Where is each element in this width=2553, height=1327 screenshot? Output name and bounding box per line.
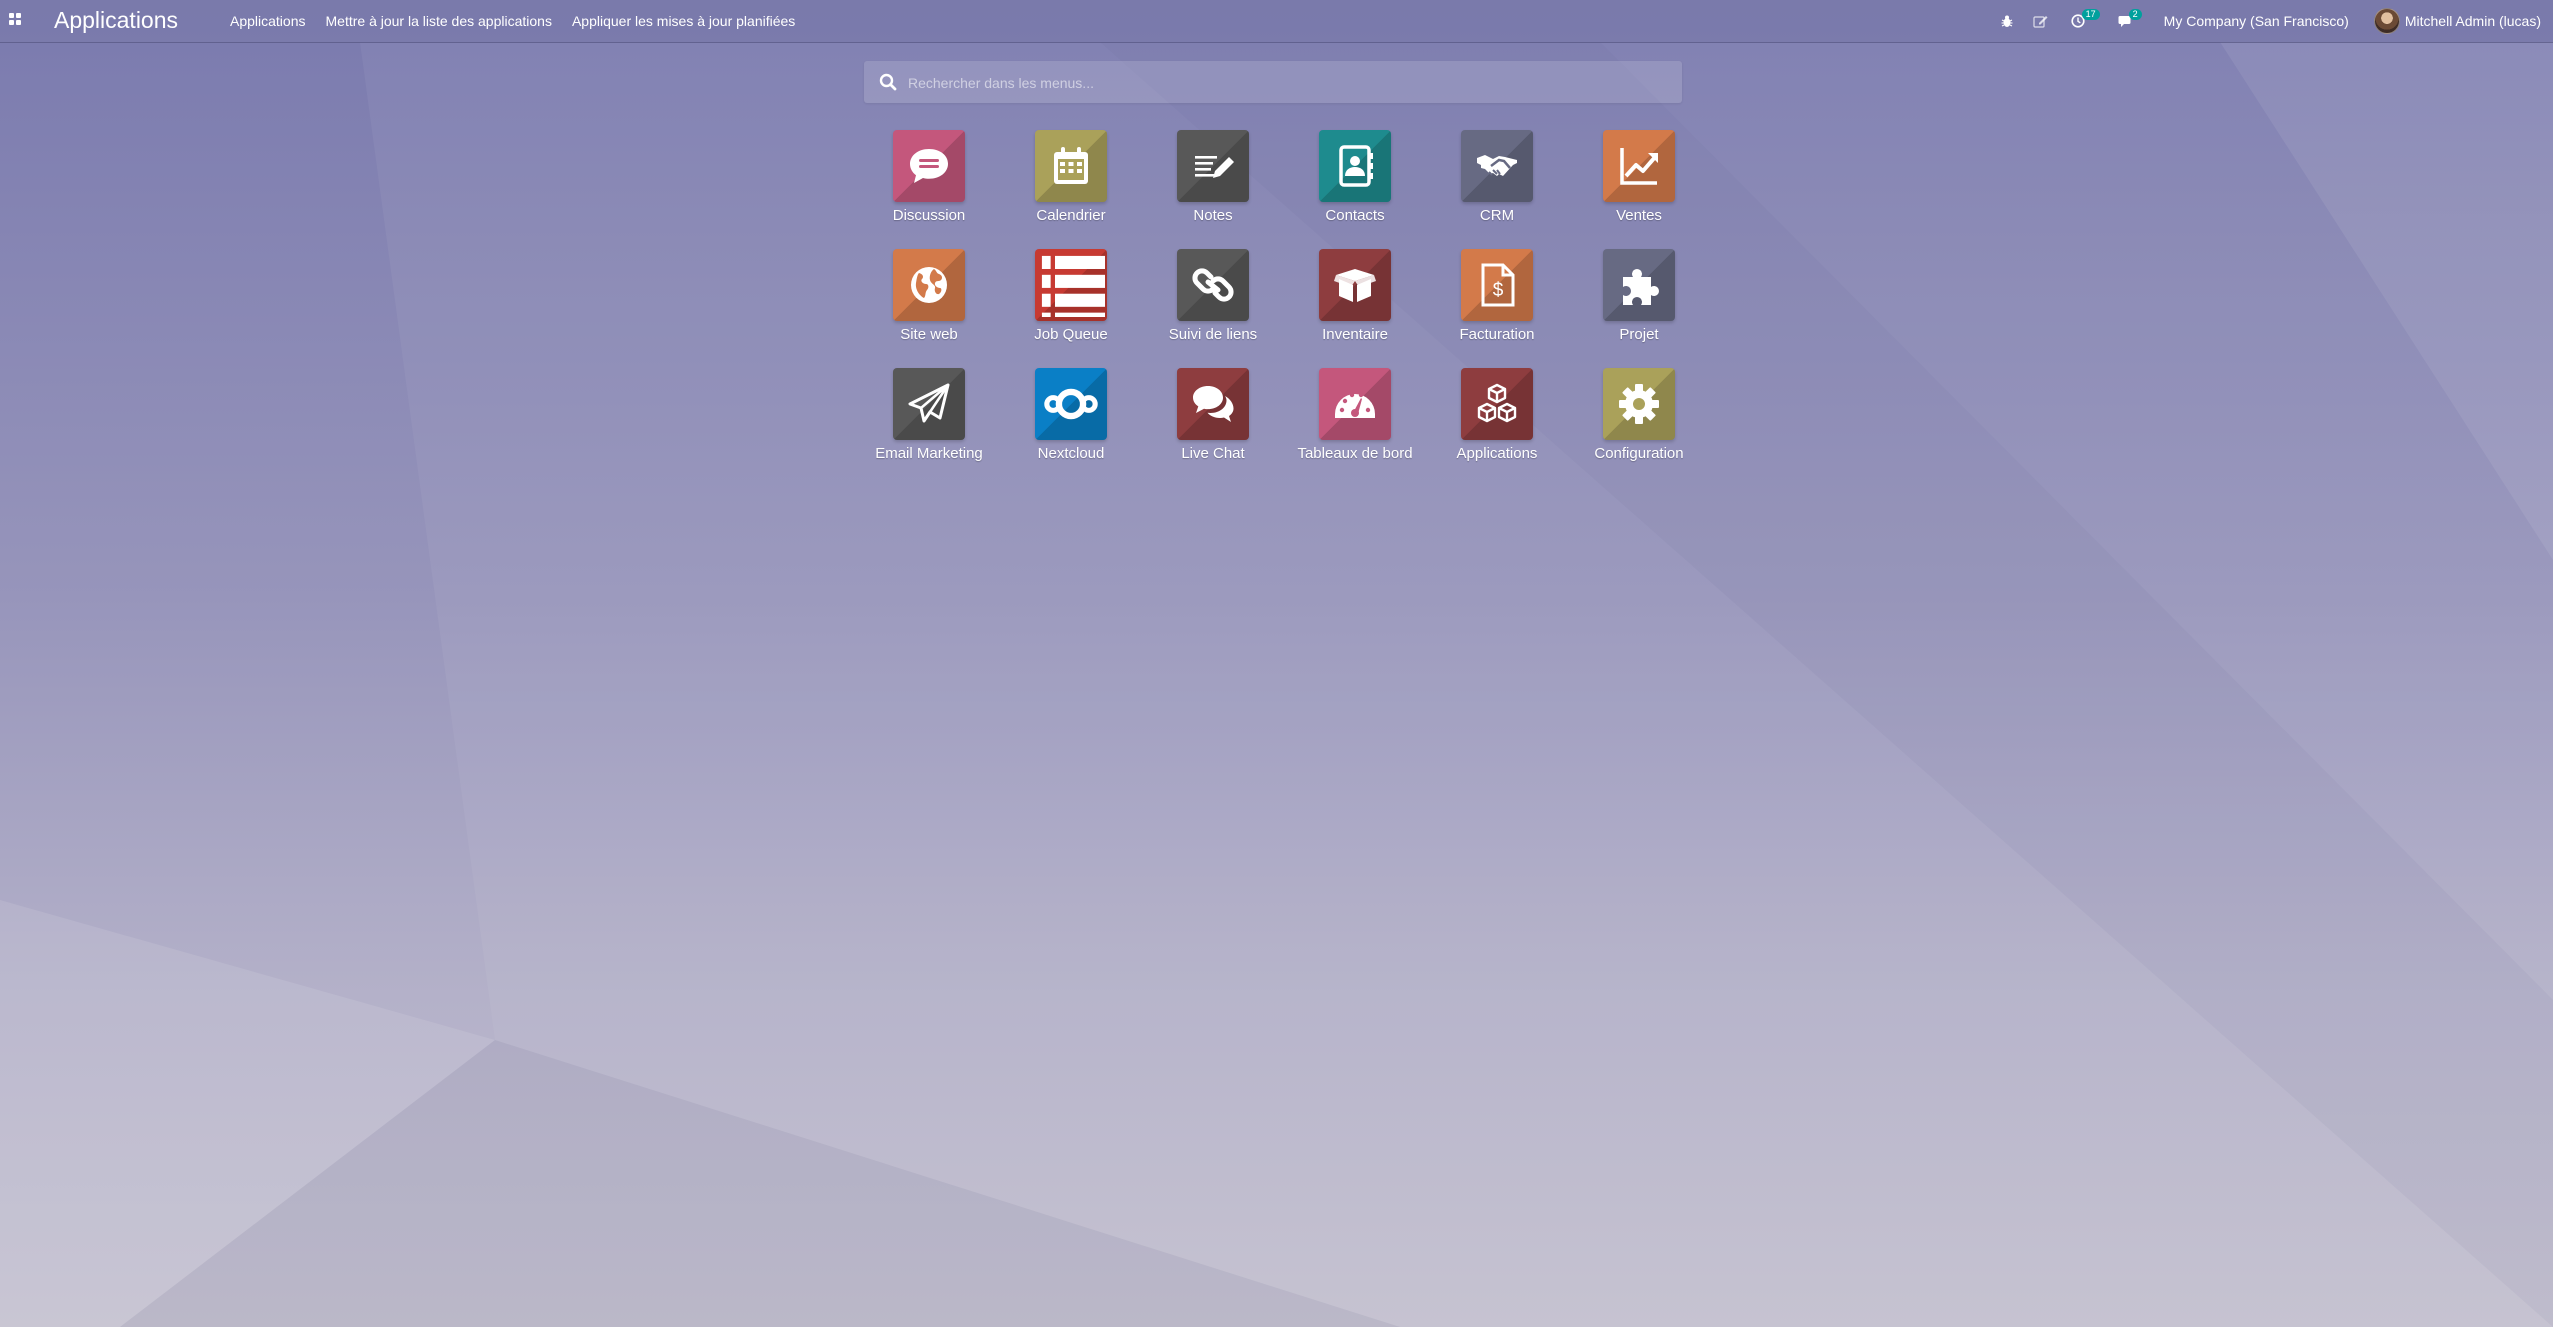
nextcloud-icon [1044, 388, 1098, 420]
debug-bug-icon[interactable] [2001, 15, 2013, 28]
company-name: My Company (San Francisco) [2163, 13, 2349, 29]
address-book-icon [1339, 145, 1373, 187]
app-tile [1461, 368, 1533, 440]
app-tile [1035, 249, 1107, 321]
calendar-icon [1054, 147, 1088, 184]
app-label: Contacts [1325, 207, 1385, 224]
invoice-dollar-icon: $ [1481, 263, 1515, 307]
user-name: Mitchell Admin (lucas) [2404, 13, 2541, 29]
app-tile [1177, 368, 1249, 440]
app-suivi-de-liens[interactable]: Suivi de liens [1142, 249, 1284, 359]
search-input[interactable] [906, 61, 1670, 105]
app-tile [1603, 249, 1675, 321]
line-chart-icon [1620, 148, 1658, 185]
gear-icon [1619, 384, 1659, 424]
app-label: Nextcloud [1037, 445, 1105, 462]
link-icon [1192, 268, 1234, 302]
app-label: Notes [1193, 207, 1233, 224]
app-live-chat[interactable]: Live Chat [1142, 368, 1284, 478]
globe-icon [911, 267, 947, 303]
apps-grid-icon[interactable] [9, 13, 23, 27]
activity-clock-icon[interactable]: 17 [2071, 9, 2100, 28]
app-label: Configuration [1594, 445, 1684, 462]
app-notes[interactable]: Notes [1142, 130, 1284, 240]
app-tile [1319, 130, 1391, 202]
app-projet[interactable]: Projet [1568, 249, 1710, 359]
app-label: Email Marketing [875, 445, 983, 462]
app-tile [1035, 130, 1107, 202]
app-label: Site web [900, 326, 958, 343]
app-label: Job Queue [1034, 326, 1108, 343]
app-tile [1319, 368, 1391, 440]
app-label: Discussion [892, 207, 966, 224]
menu-search-bar [864, 61, 1682, 105]
svg-text:$: $ [1493, 280, 1504, 301]
list-icon [1041, 255, 1105, 317]
app-label: Ventes [1616, 207, 1662, 224]
user-menu[interactable]: Mitchell Admin (lucas) [2373, 8, 2541, 34]
app-tile [1461, 130, 1533, 202]
avatar [2373, 8, 2400, 34]
app-discussion[interactable]: Discussion [858, 130, 1000, 240]
app-calendrier[interactable]: Calendrier [1000, 130, 1142, 240]
chat-bubbles-icon [1193, 386, 1234, 422]
app-applications[interactable]: Applications [1426, 368, 1568, 478]
app-ventes[interactable]: Ventes [1568, 130, 1710, 240]
menu-item-applications[interactable]: Applications [230, 13, 306, 29]
app-tile: $ [1461, 249, 1533, 321]
app-tile [1177, 130, 1249, 202]
app-configuration[interactable]: Configuration [1568, 368, 1710, 478]
app-tile [1177, 249, 1249, 321]
app-label: Facturation [1459, 326, 1535, 343]
app-tile [1603, 130, 1675, 202]
top-menu: Applications Mettre à jour la liste des … [230, 13, 795, 29]
box-icon [1334, 269, 1376, 302]
app-label: Projet [1619, 326, 1659, 343]
app-grid: Discussion Calendrier Notes Contacts CRM… [858, 130, 1710, 478]
message-count-badge: 2 [2128, 9, 2142, 20]
app-tile [1035, 368, 1107, 440]
app-label: Inventaire [1322, 326, 1388, 343]
app-nextcloud[interactable]: Nextcloud [1000, 368, 1142, 478]
paper-plane-icon [908, 383, 950, 423]
app-label: CRM [1479, 207, 1515, 224]
app-tile [893, 130, 965, 202]
top-navbar: Applications Applications Mettre à jour … [0, 0, 2553, 43]
menu-item-update-apps-list[interactable]: Mettre à jour la liste des applications [326, 13, 552, 29]
app-tile [1319, 249, 1391, 321]
search-icon [879, 73, 897, 91]
app-site-web[interactable]: Site web [858, 249, 1000, 359]
app-label: Live Chat [1181, 445, 1245, 462]
company-switcher[interactable]: My Company (San Francisco) [2164, 13, 2349, 29]
app-facturation[interactable]: $ Facturation [1426, 249, 1568, 359]
notes-pencil-icon [1195, 156, 1234, 178]
gauge-icon [1335, 392, 1375, 418]
app-job-queue[interactable]: Job Queue [1000, 249, 1142, 359]
app-crm[interactable]: CRM [1426, 130, 1568, 240]
app-label: Calendrier [1036, 207, 1106, 224]
edit-note-icon[interactable] [2033, 15, 2048, 28]
app-inventaire[interactable]: Inventaire [1284, 249, 1426, 359]
app-email-marketing[interactable]: Email Marketing [858, 368, 1000, 478]
app-label: Applications [1456, 445, 1538, 462]
activity-count-badge: 17 [2081, 9, 2100, 20]
messages-chat-icon[interactable]: 2 [2118, 9, 2142, 28]
app-title: Applications [54, 7, 179, 33]
app-label: Suivi de liens [1168, 326, 1258, 343]
app-tile [1603, 368, 1675, 440]
app-tile [893, 249, 965, 321]
app-label: Tableaux de bord [1297, 445, 1413, 462]
menu-item-apply-scheduled-upgrades[interactable]: Appliquer les mises à jour planifiées [572, 13, 795, 29]
handshake-icon [1477, 155, 1517, 176]
systray: 17 2 My Company (San Francisco) Mitchell… [2001, 0, 2553, 42]
puzzle-icon [1623, 269, 1659, 305]
cubes-icon [1477, 383, 1517, 423]
chat-bubble-icon [910, 149, 948, 183]
app-tableaux-de-bord[interactable]: Tableaux de bord [1284, 368, 1426, 478]
app-contacts[interactable]: Contacts [1284, 130, 1426, 240]
app-tile [893, 368, 965, 440]
